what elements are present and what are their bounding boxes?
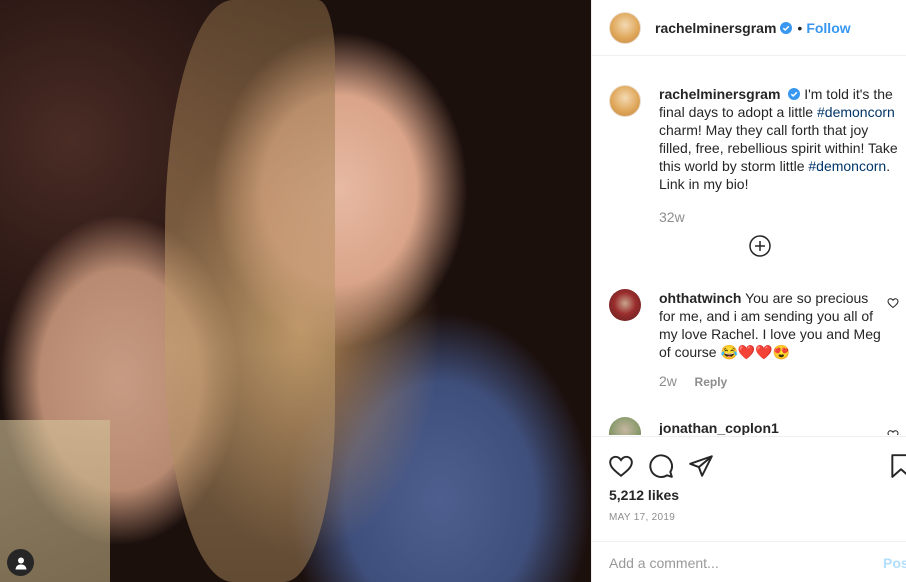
user-tag-icon[interactable] [7, 549, 34, 576]
comment-text: ohthatwinch You are so precious for me, … [659, 289, 881, 361]
comment-timestamp[interactable]: 2w [659, 373, 677, 389]
caption-author-username[interactable]: rachelminersgram [659, 86, 780, 102]
comment-item: jonathan_coplon1 [609, 417, 899, 435]
author-avatar[interactable] [609, 11, 641, 44]
post-side-panel: rachelminersgram • Follow rachelminersgr… [591, 0, 906, 582]
comment-like-heart-icon[interactable] [887, 429, 899, 435]
like-count[interactable]: 5,212 likes [609, 487, 679, 503]
post-header: rachelminersgram • Follow [592, 0, 906, 56]
post-caption: rachelminersgram I'm told it's the final… [609, 85, 899, 193]
comment-icon[interactable] [648, 453, 674, 479]
comment-input[interactable] [609, 554, 859, 572]
verified-badge-icon [788, 88, 801, 100]
comment-emojis: 😂❤️❤️😍 [720, 344, 791, 360]
author-username[interactable]: rachelminersgram [655, 20, 776, 36]
comments-list[interactable]: rachelminersgram I'm told it's the final… [592, 57, 906, 435]
share-icon[interactable] [688, 453, 714, 479]
commenter-username[interactable]: jonathan_coplon1 [659, 420, 779, 435]
hashtag-link[interactable]: #demoncorn [817, 104, 895, 120]
caption-text: rachelminersgram I'm told it's the final… [659, 85, 899, 193]
header-separator: • [797, 19, 803, 36]
post-actions: 5,212 likes MAY 17, 2019 [592, 436, 906, 541]
instagram-post-view: rachelminersgram • Follow rachelminersgr… [0, 0, 906, 582]
reply-button[interactable]: Reply [695, 375, 728, 389]
commenter-avatar[interactable] [609, 417, 641, 435]
comment-text: jonathan_coplon1 [659, 419, 881, 435]
caption-author-avatar[interactable] [609, 85, 641, 117]
photo-hair-region [165, 0, 335, 582]
comment-meta: 2w Reply [659, 373, 881, 389]
comment-body: ohthatwinch You are so precious for me, … [641, 289, 881, 389]
post-comment-button[interactable]: Post [883, 555, 906, 571]
post-photo[interactable] [0, 0, 591, 582]
post-date: MAY 17, 2019 [609, 512, 676, 523]
commenter-username[interactable]: ohthatwinch [659, 290, 741, 306]
plus-circle-icon[interactable] [749, 235, 771, 257]
comment-like-heart-icon[interactable] [887, 297, 899, 309]
follow-button[interactable]: Follow [806, 20, 850, 36]
comment-item: ohthatwinch You are so precious for me, … [609, 289, 899, 389]
add-comment-bar: Post [592, 541, 906, 582]
bookmark-icon[interactable] [888, 453, 906, 479]
verified-badge-icon [780, 21, 793, 34]
heart-icon[interactable] [608, 453, 634, 479]
hashtag-link[interactable]: #demoncorn [808, 158, 886, 174]
caption-timestamp[interactable]: 32w [659, 209, 685, 225]
commenter-avatar[interactable] [609, 289, 641, 321]
